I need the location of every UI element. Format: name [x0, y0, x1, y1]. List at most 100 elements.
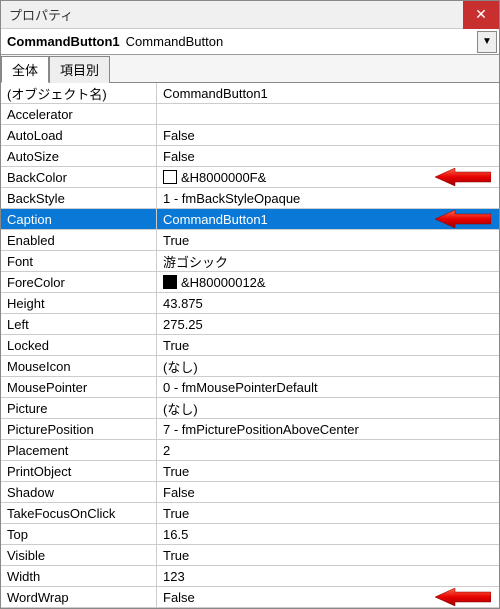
- property-value[interactable]: True: [157, 233, 499, 248]
- object-dropdown-button[interactable]: ▼: [477, 31, 497, 53]
- object-name: CommandButton1: [1, 34, 126, 49]
- property-value[interactable]: False: [157, 149, 499, 164]
- property-value-text: 游ゴシック: [163, 252, 228, 271]
- property-value[interactable]: (なし): [157, 357, 499, 376]
- property-name: MouseIcon: [1, 356, 157, 376]
- property-row[interactable]: Width 123: [1, 566, 499, 587]
- property-value[interactable]: False: [157, 590, 499, 605]
- property-value-text: False: [163, 485, 195, 500]
- property-value-text: 43.875: [163, 296, 203, 311]
- property-name: TakeFocusOnClick: [1, 503, 157, 523]
- property-value[interactable]: CommandButton1: [157, 212, 499, 227]
- property-value[interactable]: &H8000000F&: [157, 170, 499, 185]
- property-name: BackColor: [1, 167, 157, 187]
- property-row[interactable]: Accelerator: [1, 104, 499, 125]
- property-name: Width: [1, 566, 157, 586]
- property-name: ForeColor: [1, 272, 157, 292]
- titlebar: プロパティ ✕: [1, 1, 499, 29]
- property-name: Accelerator: [1, 104, 157, 124]
- property-row[interactable]: Left275.25: [1, 314, 499, 335]
- property-value-text: True: [163, 233, 189, 248]
- property-value[interactable]: True: [157, 548, 499, 563]
- property-row[interactable]: Picture (なし): [1, 398, 499, 419]
- property-value-text: &H8000000F&: [181, 170, 266, 185]
- property-row[interactable]: PicturePosition 7 - fmPicturePositionAbov…: [1, 419, 499, 440]
- property-row[interactable]: Font 游ゴシック: [1, 251, 499, 272]
- property-value[interactable]: 2: [157, 443, 499, 458]
- property-name: Caption: [1, 209, 157, 229]
- property-row[interactable]: TakeFocusOnClickTrue: [1, 503, 499, 524]
- property-row[interactable]: BackStyle 1 - fmBackStyleOpaque: [1, 188, 499, 209]
- property-row[interactable]: BackColor&H8000000F&: [1, 167, 499, 188]
- property-name: PrintObject: [1, 461, 157, 481]
- property-value-text: CommandButton1: [163, 212, 268, 227]
- property-value[interactable]: &H80000012&: [157, 275, 499, 290]
- property-row[interactable]: Enabled True: [1, 230, 499, 251]
- property-name: Placement: [1, 440, 157, 460]
- close-icon: ✕: [475, 6, 487, 23]
- property-name: BackStyle: [1, 188, 157, 208]
- property-grid: (オブジェクト名) CommandButton1 AcceleratorAutoLo…: [1, 83, 499, 608]
- property-row[interactable]: ShadowFalse: [1, 482, 499, 503]
- property-row[interactable]: Height43.875: [1, 293, 499, 314]
- property-row[interactable]: Placement 2: [1, 440, 499, 461]
- property-name: Top: [1, 524, 157, 544]
- property-name: Enabled: [1, 230, 157, 250]
- property-value[interactable]: 123: [157, 569, 499, 584]
- property-value[interactable]: True: [157, 338, 499, 353]
- property-value[interactable]: CommandButton1: [157, 86, 499, 101]
- property-value[interactable]: 7 - fmPicturePositionAboveCenter: [157, 422, 499, 437]
- property-row[interactable]: Locked True: [1, 335, 499, 356]
- close-button[interactable]: ✕: [463, 1, 499, 29]
- property-value-text: False: [163, 149, 195, 164]
- property-value-text: 1 - fmBackStyleOpaque: [163, 191, 300, 206]
- property-row[interactable]: MousePointer0 - fmMousePointerDefault: [1, 377, 499, 398]
- property-value[interactable]: True: [157, 464, 499, 479]
- property-name: Picture: [1, 398, 157, 418]
- property-row[interactable]: VisibleTrue: [1, 545, 499, 566]
- property-value[interactable]: True: [157, 506, 499, 521]
- property-value-text: (なし): [163, 399, 198, 418]
- property-name: Locked: [1, 335, 157, 355]
- property-value-text: 16.5: [163, 527, 188, 542]
- property-row[interactable]: AutoLoadFalse: [1, 125, 499, 146]
- property-value-text: False: [163, 590, 195, 605]
- property-value-text: (なし): [163, 357, 198, 376]
- property-row[interactable]: PrintObjectTrue: [1, 461, 499, 482]
- property-value-text: 7 - fmPicturePositionAboveCenter: [163, 422, 359, 437]
- property-value-text: CommandButton1: [163, 86, 268, 101]
- property-name: Left: [1, 314, 157, 334]
- object-type: CommandButton: [126, 34, 477, 49]
- tab-all[interactable]: 全体: [1, 56, 49, 83]
- property-name: Font: [1, 251, 157, 271]
- property-row[interactable]: ForeColor&H80000012&: [1, 272, 499, 293]
- property-value[interactable]: False: [157, 128, 499, 143]
- property-value[interactable]: 16.5: [157, 527, 499, 542]
- property-value[interactable]: 1 - fmBackStyleOpaque: [157, 191, 499, 206]
- property-value[interactable]: 游ゴシック: [157, 252, 499, 271]
- property-value[interactable]: 43.875: [157, 296, 499, 311]
- property-row[interactable]: (オブジェクト名) CommandButton1: [1, 83, 499, 104]
- property-name: (オブジェクト名): [1, 83, 157, 103]
- property-row[interactable]: AutoSize False: [1, 146, 499, 167]
- color-swatch: [163, 170, 177, 184]
- tab-categorized[interactable]: 項目別: [49, 56, 110, 83]
- property-row[interactable]: MouseIcon (なし): [1, 356, 499, 377]
- property-value-text: 123: [163, 569, 185, 584]
- property-name: WordWrap: [1, 587, 157, 607]
- property-row[interactable]: Caption CommandButton1: [1, 209, 499, 230]
- property-row[interactable]: Top 16.5: [1, 524, 499, 545]
- property-value-text: False: [163, 128, 195, 143]
- property-row[interactable]: WordWrap False: [1, 587, 499, 608]
- properties-window: プロパティ ✕ CommandButton1 CommandButton ▼ 全…: [0, 0, 500, 609]
- property-value[interactable]: False: [157, 485, 499, 500]
- object-selector[interactable]: CommandButton1 CommandButton ▼: [1, 29, 499, 55]
- property-value[interactable]: 275.25: [157, 317, 499, 332]
- property-name: AutoSize: [1, 146, 157, 166]
- chevron-down-icon: ▼: [482, 36, 492, 47]
- property-value-text: True: [163, 338, 189, 353]
- property-name: PicturePosition: [1, 419, 157, 439]
- property-value[interactable]: 0 - fmMousePointerDefault: [157, 380, 499, 395]
- property-value[interactable]: (なし): [157, 399, 499, 418]
- property-value-text: 2: [163, 443, 170, 458]
